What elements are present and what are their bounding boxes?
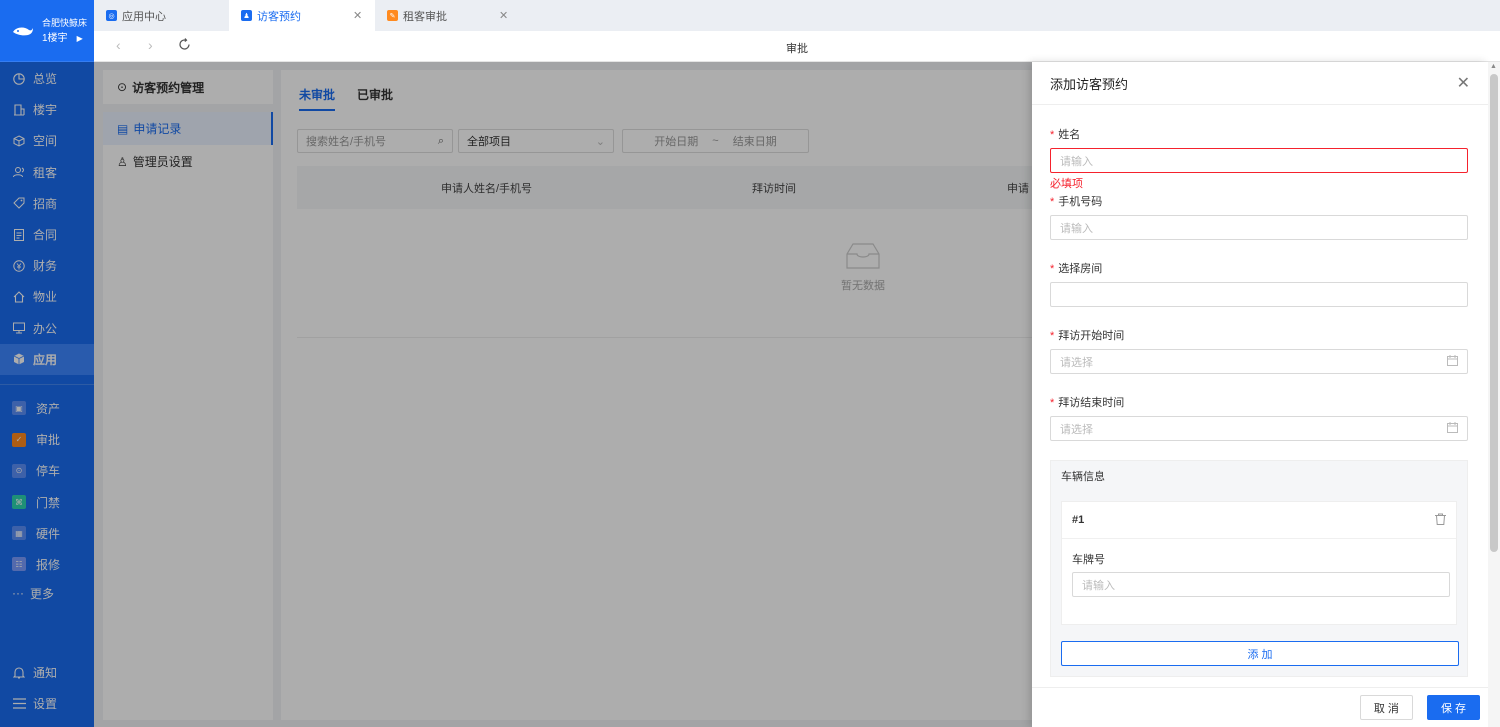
page-title: 审批 <box>786 43 808 55</box>
drawer-header: 添加访客预约 ✕ <box>1032 62 1488 105</box>
vehicle-index: #1 <box>1072 514 1085 526</box>
tab-tenant-approval[interactable]: ✎ 租客审批 ✕ <box>375 0 521 31</box>
tab-visitor-booking[interactable]: ♟ 访客预约 ✕ <box>229 0 375 31</box>
vehicle-card: #1 车牌号 请输入 <box>1061 501 1457 625</box>
tab-label: 租客审批 <box>403 10 447 23</box>
start-time-picker[interactable]: 请选择 <box>1050 349 1468 374</box>
save-button[interactable]: 保 存 <box>1426 695 1480 720</box>
brand-site: 1楼宇 <box>42 32 68 44</box>
vehicle-title: 车辆信息 <box>1061 471 1105 483</box>
trash-icon[interactable] <box>1435 513 1446 528</box>
room-label-text: 选择房间 <box>1058 263 1103 275</box>
refresh-icon[interactable] <box>178 38 191 54</box>
browser-toolbar: 审批 ‹ › <box>94 31 1500 62</box>
plate-input[interactable]: 请输入 <box>1072 572 1450 597</box>
calendar-icon <box>1447 421 1458 436</box>
add-vehicle-button[interactable]: 添 加 <box>1061 641 1459 666</box>
drawer-scrollbar[interactable]: ▲ <box>1488 62 1500 727</box>
scroll-up-icon[interactable]: ▲ <box>1490 63 1497 70</box>
drawer-title: 添加访客预约 <box>1050 76 1129 92</box>
tab-label: 访客预约 <box>257 10 301 23</box>
name-input[interactable]: 请输入 <box>1050 148 1468 173</box>
close-tab-icon[interactable]: ✕ <box>353 9 362 22</box>
forward-icon[interactable]: › <box>148 37 153 53</box>
app-window: 合肥快鲸床 1楼宇 ▶ 总览 楼宇 空间 租客 招商 合同 财务 物业 办公 应用 ▣ 资产 ✓ 审批 ⊙ 停… <box>0 0 1500 727</box>
back-icon[interactable]: ‹ <box>116 37 121 53</box>
scroll-thumb[interactable] <box>1490 74 1498 552</box>
tab-app-center[interactable]: ◎ 应用中心 <box>94 0 229 31</box>
start-label-text: 拜访开始时间 <box>1058 330 1125 342</box>
name-label: * 姓名 <box>1050 129 1081 141</box>
visitor-icon: ♟ <box>241 10 252 21</box>
name-placeholder: 请输入 <box>1060 155 1093 168</box>
modal-mask[interactable] <box>0 62 1032 727</box>
start-time-label: * 拜访开始时间 <box>1050 330 1125 342</box>
plate-label: 车牌号 <box>1072 554 1105 566</box>
drawer-footer: 取 消 保 存 <box>1032 687 1488 727</box>
plate-placeholder: 请输入 <box>1082 579 1115 592</box>
whale-logo-icon <box>10 21 36 41</box>
end-placeholder: 请选择 <box>1060 423 1093 436</box>
close-icon[interactable]: ✕ <box>1457 73 1470 93</box>
vehicle-section: 车辆信息 #1 车牌号 请输入 添 加 <box>1050 460 1468 677</box>
tab-strip: ◎ 应用中心 ♟ 访客预约 ✕ ✎ 租客审批 ✕ <box>94 0 1500 31</box>
end-time-label: * 拜访结束时间 <box>1050 397 1125 409</box>
name-label-text: 姓名 <box>1058 129 1081 141</box>
room-label: * 选择房间 <box>1050 263 1103 275</box>
brand-name: 合肥快鲸床 <box>42 17 88 28</box>
calendar-icon <box>1447 354 1458 369</box>
end-label-text: 拜访结束时间 <box>1058 397 1125 409</box>
tab-label: 应用中心 <box>122 10 166 23</box>
approval-icon: ✎ <box>387 10 398 21</box>
add-visitor-drawer: 添加访客预约 ✕ * 姓名 请输入 必填项 * 手机号码 请输入 * 选择房间 * 拜访… <box>1032 62 1488 727</box>
room-select[interactable] <box>1050 282 1468 307</box>
start-placeholder: 请选择 <box>1060 356 1093 369</box>
phone-label: * 手机号码 <box>1050 196 1103 208</box>
phone-label-text: 手机号码 <box>1058 196 1103 208</box>
phone-input[interactable]: 请输入 <box>1050 215 1468 240</box>
brand-switcher[interactable]: 合肥快鲸床 1楼宇 ▶ <box>0 0 94 62</box>
name-error: 必填项 <box>1050 178 1083 190</box>
cancel-button[interactable]: 取 消 <box>1359 695 1413 720</box>
end-time-picker[interactable]: 请选择 <box>1050 416 1468 441</box>
close-tab-icon[interactable]: ✕ <box>499 9 508 22</box>
app-center-icon: ◎ <box>106 10 117 21</box>
phone-placeholder: 请输入 <box>1060 222 1093 235</box>
caret-right-icon: ▶ <box>76 33 83 43</box>
